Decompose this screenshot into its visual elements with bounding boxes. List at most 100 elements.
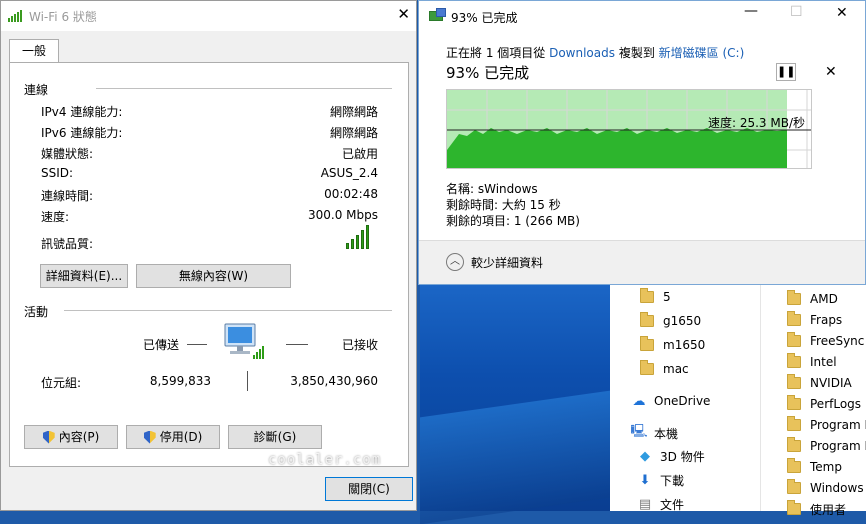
nav-folder-mac[interactable]: mac xyxy=(640,358,689,380)
folder-icon xyxy=(787,395,801,410)
nav-folder-m1650[interactable]: m1650 xyxy=(640,334,705,356)
folder-icon xyxy=(640,360,654,375)
list-item[interactable]: Fraps xyxy=(787,309,842,331)
nav-onedrive[interactable]: ☁ OneDrive xyxy=(630,390,711,412)
list-item[interactable]: Windows xyxy=(787,477,864,499)
desktop-wallpaper xyxy=(420,284,610,524)
title-bar: Wi-Fi 6 狀態 ✕ xyxy=(1,1,416,31)
divider xyxy=(96,88,392,89)
time-remaining: 剩餘時間: 大約 15 秒 xyxy=(446,198,561,212)
sent-label: 已傳送 xyxy=(143,338,180,352)
transfer-speed-graph: 速度: 25.3 MB/秒 xyxy=(446,89,812,169)
ssid-label: SSID: xyxy=(41,166,74,180)
cube-icon: ◆ xyxy=(640,448,650,464)
items-remaining: 剩餘的項目: 1 (266 MB) xyxy=(446,214,580,228)
speed-area xyxy=(447,128,787,168)
nav-3d-objects[interactable]: ◆ 3D 物件 xyxy=(636,445,705,467)
folder-icon xyxy=(787,311,801,326)
connection-group-header: 連線 xyxy=(24,83,49,97)
ipv6-label: IPv6 連線能力: xyxy=(41,126,123,140)
ipv4-label: IPv4 連線能力: xyxy=(41,105,123,119)
wifi-signal-icon xyxy=(8,10,22,22)
progress-heading: 93% 已完成 xyxy=(446,64,530,82)
disable-button[interactable]: 停用(D) xyxy=(126,425,220,449)
chevron-up-icon[interactable]: ︿ xyxy=(446,253,464,271)
folder-icon xyxy=(787,458,801,473)
nav-downloads[interactable]: ⬇ 下載 xyxy=(636,469,684,491)
close-icon[interactable]: ✕ xyxy=(397,5,410,23)
watermark: coolaler.com xyxy=(268,452,382,468)
folder-icon xyxy=(640,336,654,351)
ipv6-value: 網際網路 xyxy=(329,126,378,140)
explorer-file-list: AMD Fraps FreeSync Intel NVIDIA PerfLogs… xyxy=(760,284,866,517)
wireless-properties-button[interactable]: 無線內容(W) xyxy=(136,264,291,288)
download-arrow-icon: ⬇ xyxy=(639,472,651,488)
received-line xyxy=(286,344,308,345)
list-item[interactable]: Intel xyxy=(787,351,837,373)
tab-general[interactable]: 一般 xyxy=(9,39,59,63)
shield-icon xyxy=(143,430,156,444)
details-button[interactable]: 詳細資料(E)... xyxy=(40,264,128,288)
folder-icon xyxy=(787,353,801,368)
speed-label: 速度: 25.3 MB/秒 xyxy=(707,116,805,130)
cloud-icon: ☁ xyxy=(632,393,646,409)
nav-folder-5[interactable]: 5 xyxy=(640,286,671,308)
list-item[interactable]: NVIDIA xyxy=(787,372,852,394)
media-state-label: 媒體狀態: xyxy=(41,147,94,161)
duration-value: 00:02:48 xyxy=(324,187,378,201)
ipv4-value: 網際網路 xyxy=(329,105,378,119)
folder-icon xyxy=(787,374,801,389)
speed-value: 300.0 Mbps xyxy=(307,208,378,222)
folder-icon xyxy=(787,332,801,347)
nav-this-pc[interactable]: 🖳 本機 xyxy=(630,422,678,444)
diagnose-button[interactable]: 診斷(G) xyxy=(228,425,322,449)
folder-icon xyxy=(787,500,801,515)
bytes-label: 位元組: xyxy=(41,376,82,390)
copy-icon xyxy=(429,8,446,21)
sent-line xyxy=(187,344,207,345)
copy-description: 正在將 1 個項目從 Downloads 複製到 新增磁碟區 (C:) xyxy=(446,46,745,60)
list-item[interactable]: Program Fi xyxy=(787,435,866,457)
maximize-icon[interactable]: ☐ xyxy=(790,4,803,20)
received-label: 已接收 xyxy=(342,338,379,352)
minimize-icon[interactable]: — xyxy=(744,3,758,19)
nav-documents[interactable]: ▤ 文件 xyxy=(636,493,684,515)
computer-icon: 🖳 xyxy=(630,424,648,439)
signal-quality-bars-icon xyxy=(346,223,369,249)
details-footer: ︿ 較少詳細資料 xyxy=(419,240,865,284)
shield-icon xyxy=(42,430,55,444)
list-item[interactable]: Temp xyxy=(787,456,842,478)
folder-icon xyxy=(787,437,801,452)
pause-button[interactable]: ❚❚ xyxy=(776,63,796,81)
source-link[interactable]: Downloads xyxy=(549,46,615,60)
list-item[interactable]: FreeSync xyxy=(787,330,864,352)
document-icon: ▤ xyxy=(638,496,652,512)
wifi-status-dialog: Wi-Fi 6 狀態 ✕ 一般 連線 IPv4 連線能力: 網際網路 IPv6 … xyxy=(0,0,417,511)
folder-icon xyxy=(640,288,654,303)
destination-link[interactable]: 新增磁碟區 (C:) xyxy=(659,46,745,60)
folder-icon xyxy=(640,312,654,327)
list-item[interactable]: 使用者 xyxy=(787,498,846,520)
divider xyxy=(247,371,248,391)
window-title: 93% 已完成 xyxy=(451,11,518,25)
close-icon[interactable]: ✕ xyxy=(836,5,848,21)
signal-quality-label: 訊號品質: xyxy=(41,237,94,251)
folder-icon xyxy=(787,416,801,431)
network-computer-icon xyxy=(223,321,264,361)
list-item[interactable]: PerfLogs xyxy=(787,393,861,415)
close-button[interactable]: 關閉(C) xyxy=(325,477,413,501)
properties-button[interactable]: 內容(P) xyxy=(24,425,118,449)
nav-folder-g1650[interactable]: g1650 xyxy=(640,310,701,332)
bytes-sent-value: 8,599,833 xyxy=(149,374,211,388)
list-item[interactable]: Program Fi xyxy=(787,414,866,436)
ssid-value: ASUS_2.4 xyxy=(320,166,378,180)
speed-label: 速度: xyxy=(41,210,70,224)
general-panel: 連線 IPv4 連線能力: 網際網路 IPv6 連線能力: 網際網路 媒體狀態:… xyxy=(9,62,409,467)
cancel-icon[interactable]: ✕ xyxy=(825,64,837,80)
media-state-value: 已啟用 xyxy=(341,147,378,161)
list-item[interactable]: AMD xyxy=(787,288,838,310)
copy-progress-dialog: 93% 已完成 — ☐ ✕ 正在將 1 個項目從 Downloads 複製到 新… xyxy=(418,0,866,285)
folder-icon xyxy=(787,290,801,305)
bytes-received-value: 3,850,430,960 xyxy=(290,374,378,388)
fewer-details-link[interactable]: 較少詳細資料 xyxy=(471,254,543,271)
